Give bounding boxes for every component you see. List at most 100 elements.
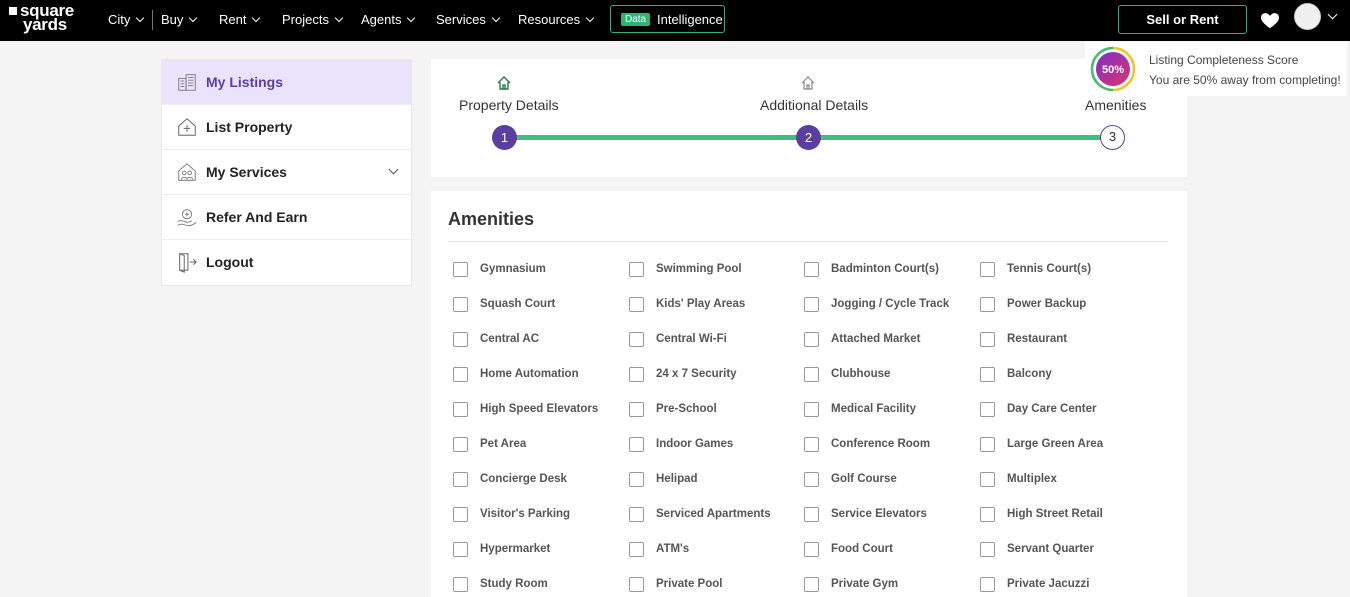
- amenity-checkbox[interactable]: [804, 402, 819, 417]
- nav-rent-label: Rent: [219, 12, 247, 27]
- chevron-down-icon: [136, 13, 145, 23]
- amenity-label: Tennis Court(s): [1007, 263, 1092, 275]
- sidebar-item-my-services[interactable]: My Services: [162, 150, 411, 195]
- amenity-checkbox[interactable]: [629, 262, 644, 277]
- amenity-checkbox[interactable]: [453, 402, 468, 417]
- amenities-card: Amenities Gymnasium Swimming Pool Badminto…: [431, 191, 1187, 597]
- refer-icon: [177, 209, 197, 227]
- nav-agents[interactable]: Agents: [361, 12, 416, 27]
- step-1-circle[interactable]: 1: [492, 125, 517, 150]
- step-label-additional-details: Additional Details: [760, 97, 869, 113]
- sidebar-item-label: My Listings: [206, 74, 284, 90]
- amenity-label: Power Backup: [1007, 298, 1087, 310]
- chevron-down-icon[interactable]: [388, 164, 399, 175]
- amenity-checkbox[interactable]: [804, 262, 819, 277]
- amenity-checkbox[interactable]: [980, 437, 995, 452]
- amenity-checkbox[interactable]: [453, 542, 468, 557]
- logo-text-line2: yards: [23, 15, 67, 34]
- amenity-checkbox[interactable]: [980, 577, 995, 592]
- amenity-checkbox[interactable]: [804, 367, 819, 382]
- site-logo[interactable]: square yards: [9, 2, 74, 34]
- nav-services[interactable]: Services: [436, 12, 501, 27]
- amenity-checkbox[interactable]: [453, 577, 468, 592]
- amenity-label: Clubhouse: [831, 368, 891, 380]
- top-navbar: square yards City Buy Rent Projects Agen…: [0, 0, 1350, 54]
- amenity-checkbox[interactable]: [629, 367, 644, 382]
- amenity-checkbox[interactable]: [804, 437, 819, 452]
- amenity-checkbox[interactable]: [453, 332, 468, 347]
- amenity-checkbox[interactable]: [629, 297, 644, 312]
- amenity-checkbox[interactable]: [804, 507, 819, 522]
- amenity-checkbox[interactable]: [629, 472, 644, 487]
- amenity-checkbox[interactable]: [980, 262, 995, 277]
- amenity-checkbox[interactable]: [629, 402, 644, 417]
- amenity-checkbox[interactable]: [980, 472, 995, 487]
- amenity-checkbox[interactable]: [980, 367, 995, 382]
- sidebar-item-label: My Services: [206, 164, 287, 180]
- nav-projects-label: Projects: [282, 12, 329, 27]
- amenity-label: Concierge Desk: [480, 473, 567, 485]
- amenity-checkbox[interactable]: [804, 542, 819, 557]
- amenity-checkbox[interactable]: [804, 332, 819, 347]
- sidebar-item-my-listings[interactable]: My Listings: [162, 60, 411, 105]
- amenity-checkbox[interactable]: [453, 297, 468, 312]
- chevron-down-icon: [407, 13, 416, 23]
- amenity-label: 24 x 7 Security: [656, 368, 737, 380]
- sidebar-item-list-property[interactable]: List Property: [162, 105, 411, 150]
- sidebar-item-logout[interactable]: Logout: [162, 240, 411, 285]
- amenity-checkbox[interactable]: [804, 472, 819, 487]
- amenity-checkbox[interactable]: [804, 297, 819, 312]
- amenity-checkbox[interactable]: [453, 437, 468, 452]
- amenity-label: Kids' Play Areas: [656, 298, 746, 310]
- amenity-checkbox[interactable]: [804, 577, 819, 592]
- amenity-checkbox[interactable]: [980, 297, 995, 312]
- chevron-down-icon: [491, 13, 501, 23]
- nav-resources[interactable]: Resources: [518, 12, 595, 27]
- score-percent-text: 50%: [1102, 64, 1124, 76]
- home-outline-icon: [801, 76, 815, 90]
- amenity-label: Jogging / Cycle Track: [831, 298, 950, 310]
- nav-city[interactable]: City: [108, 12, 145, 27]
- nav-buy[interactable]: Buy: [161, 12, 198, 27]
- amenity-label: Hypermarket: [480, 543, 551, 555]
- amenity-checkbox[interactable]: [980, 542, 995, 557]
- data-badge: Data: [621, 13, 651, 26]
- step-2-circle[interactable]: 2: [796, 125, 821, 150]
- amenity-checkbox[interactable]: [629, 577, 644, 592]
- amenity-label: Multiplex: [1007, 473, 1057, 485]
- nav-rent[interactable]: Rent: [219, 12, 261, 27]
- step-3-circle[interactable]: 3: [1100, 125, 1125, 150]
- logo-square-icon: [9, 7, 17, 15]
- amenities-divider: [448, 241, 1168, 242]
- score-subtitle: You are 50% away from completing!: [1149, 73, 1341, 87]
- nav-buy-label: Buy: [161, 12, 184, 27]
- data-intelligence-button[interactable]: Data Intelligence: [610, 5, 725, 33]
- nav-projects[interactable]: Projects: [282, 12, 344, 27]
- account-sidebar: My Listings List Property My Services Re…: [161, 59, 412, 286]
- amenity-label: Badminton Court(s): [831, 263, 939, 275]
- amenity-checkbox[interactable]: [980, 507, 995, 522]
- amenity-checkbox[interactable]: [453, 472, 468, 487]
- amenity-checkbox[interactable]: [980, 332, 995, 347]
- amenity-checkbox[interactable]: [453, 262, 468, 277]
- amenity-checkbox[interactable]: [629, 332, 644, 347]
- data-intelligence-label: Intelligence: [657, 12, 723, 27]
- amenity-label: Service Elevators: [831, 508, 927, 520]
- heart-icon[interactable]: [1259, 9, 1281, 31]
- sidebar-item-refer-and-earn[interactable]: Refer And Earn: [162, 195, 411, 240]
- amenities-title: Amenities: [448, 209, 535, 229]
- logout-icon: [179, 253, 197, 273]
- amenity-label: Restaurant: [1007, 333, 1068, 345]
- nav-resources-label: Resources: [518, 12, 581, 27]
- sell-or-rent-button[interactable]: Sell or Rent Property: [1118, 5, 1247, 54]
- amenity-checkbox[interactable]: [453, 507, 468, 522]
- listings-icon: [178, 74, 196, 91]
- amenity-checkbox[interactable]: [629, 507, 644, 522]
- amenity-checkbox[interactable]: [629, 437, 644, 452]
- avatar-icon[interactable]: [1294, 3, 1321, 30]
- chevron-down-icon[interactable]: [1327, 9, 1338, 20]
- amenity-checkbox[interactable]: [629, 542, 644, 557]
- amenity-checkbox[interactable]: [453, 367, 468, 382]
- amenity-label: Study Room: [480, 578, 548, 590]
- amenity-checkbox[interactable]: [980, 402, 995, 417]
